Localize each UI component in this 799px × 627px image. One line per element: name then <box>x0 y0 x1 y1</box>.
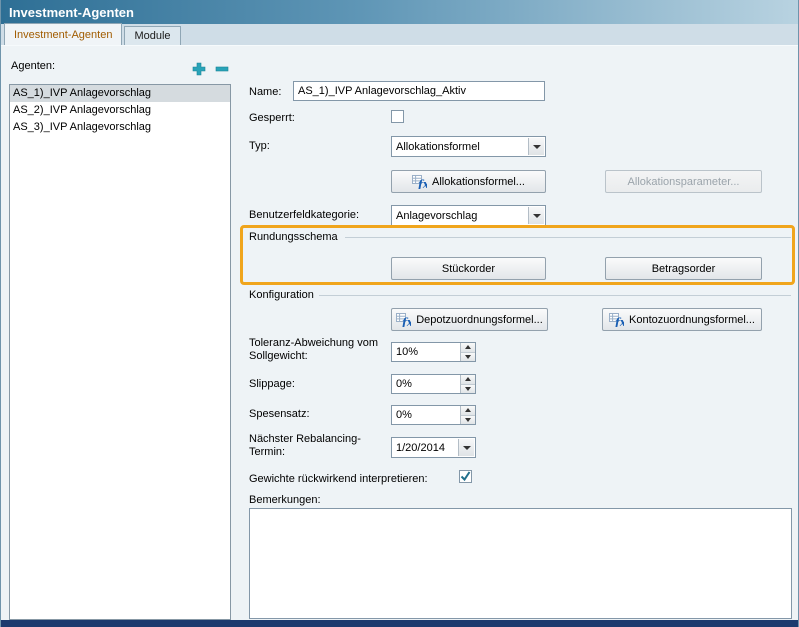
spin-down-icon[interactable] <box>461 384 475 394</box>
spin-up-icon[interactable] <box>461 375 475 384</box>
allokationsparameter-button-label: Allokationsparameter... <box>628 176 740 188</box>
typ-dropdown-value: Allokationsformel <box>396 141 480 153</box>
spesensatz-label: Spesensatz: <box>249 408 310 421</box>
window-title: Investment-Agenten <box>9 5 134 20</box>
remove-agent-button[interactable] <box>214 61 230 77</box>
stueckorder-button-label: Stückorder <box>442 263 495 275</box>
agent-list-item[interactable]: AS_3)_IVP Anlagevorschlag <box>10 119 230 136</box>
spinner-buttons <box>460 375 475 393</box>
tab-bar: Investment-Agenten Module <box>1 24 799 46</box>
group-separator-line <box>319 295 791 296</box>
kontozuordnungsformel-button-label: Kontozuordnungsformel... <box>629 314 755 326</box>
stueckorder-button[interactable]: Stückorder <box>391 257 546 280</box>
chevron-down-icon[interactable] <box>528 138 544 155</box>
agent-list-item[interactable]: AS_1)_IVP Anlagevorschlag <box>10 85 230 102</box>
depotzuordnungsformel-button-label: Depotzuordnungsformel... <box>416 314 543 326</box>
bemerkungen-label: Bemerkungen: <box>249 494 321 507</box>
tab-module[interactable]: Module <box>124 26 180 45</box>
name-input[interactable] <box>293 81 545 101</box>
window-title-bar: Investment-Agenten <box>1 0 799 24</box>
spesensatz-value: 0% <box>396 409 412 421</box>
depotzuordnungsformel-button[interactable]: fx Depotzuordnungsformel... <box>391 308 548 331</box>
gewichte-label: Gewichte rückwirkend interpretieren: <box>249 473 428 486</box>
tab-investment-agenten[interactable]: Investment-Agenten <box>4 23 122 45</box>
slippage-value: 0% <box>396 378 412 390</box>
checkmark-icon <box>459 470 472 483</box>
tab-investment-agenten-label: Investment-Agenten <box>14 29 112 41</box>
name-label: Name: <box>249 86 281 99</box>
benutzerfeldkategorie-dropdown-value: Anlagevorschlag <box>396 210 477 222</box>
spin-down-icon[interactable] <box>461 352 475 362</box>
toleranz-label: Toleranz-Abweichung vom Sollgewicht: <box>249 337 384 363</box>
toleranz-spinner[interactable]: 10% <box>391 342 476 362</box>
investment-agenten-window: Investment-Agenten Investment-Agenten Mo… <box>0 0 799 627</box>
minus-icon <box>214 61 230 77</box>
kontozuordnungsformel-button[interactable]: fx Kontozuordnungsformel... <box>602 308 762 331</box>
chevron-down-icon[interactable] <box>528 207 544 224</box>
toleranz-value: 10% <box>396 346 418 358</box>
add-agent-button[interactable] <box>191 61 207 77</box>
rundungsschema-group-label: Rundungsschema <box>249 231 338 244</box>
spin-down-icon[interactable] <box>461 415 475 425</box>
spin-up-icon[interactable] <box>461 343 475 352</box>
rebalancing-label: Nächster Rebalancing-Termin: <box>249 433 389 459</box>
allokationsformel-button[interactable]: fx Allokationsformel... <box>391 170 546 193</box>
spesensatz-spinner[interactable]: 0% <box>391 405 476 425</box>
formula-icon: fx <box>609 313 624 327</box>
bottom-status-bar <box>1 620 799 627</box>
formula-icon: fx <box>412 175 427 189</box>
allokationsformel-button-label: Allokationsformel... <box>432 176 525 188</box>
gesperrt-label: Gesperrt: <box>249 112 295 125</box>
tab-module-label: Module <box>134 30 170 42</box>
typ-label: Typ: <box>249 140 270 153</box>
agent-list-item[interactable]: AS_2)_IVP Anlagevorschlag <box>10 102 230 119</box>
formula-icon: fx <box>396 313 411 327</box>
benutzerfeldkategorie-dropdown[interactable]: Anlagevorschlag <box>391 205 546 226</box>
svg-text:fx: fx <box>401 316 411 327</box>
rebalancing-date-dropdown[interactable]: 1/20/2014 <box>391 437 476 458</box>
svg-text:fx: fx <box>417 178 427 189</box>
spin-up-icon[interactable] <box>461 406 475 415</box>
chevron-down-icon[interactable] <box>458 439 474 456</box>
betragsorder-button-label: Betragsorder <box>652 263 716 275</box>
betragsorder-button[interactable]: Betragsorder <box>605 257 762 280</box>
gesperrt-checkbox[interactable] <box>391 110 404 123</box>
slippage-label: Slippage: <box>249 378 295 391</box>
agents-list-label: Agenten: <box>11 60 55 73</box>
plus-icon <box>191 61 207 77</box>
svg-text:fx: fx <box>614 316 624 327</box>
gewichte-checkbox[interactable] <box>459 470 472 483</box>
slippage-spinner[interactable]: 0% <box>391 374 476 394</box>
allokationsparameter-button[interactable]: Allokationsparameter... <box>605 170 762 193</box>
benutzerfeldkategorie-label: Benutzerfeldkategorie: <box>249 209 359 222</box>
spinner-buttons <box>460 343 475 361</box>
group-separator-line <box>345 237 791 238</box>
agent-list: AS_1)_IVP Anlagevorschlag AS_2)_IVP Anla… <box>9 84 231 620</box>
rebalancing-date-value: 1/20/2014 <box>396 442 445 454</box>
konfiguration-group-label: Konfiguration <box>249 289 314 302</box>
typ-dropdown[interactable]: Allokationsformel <box>391 136 546 157</box>
bemerkungen-textarea[interactable] <box>249 508 792 619</box>
spinner-buttons <box>460 406 475 424</box>
